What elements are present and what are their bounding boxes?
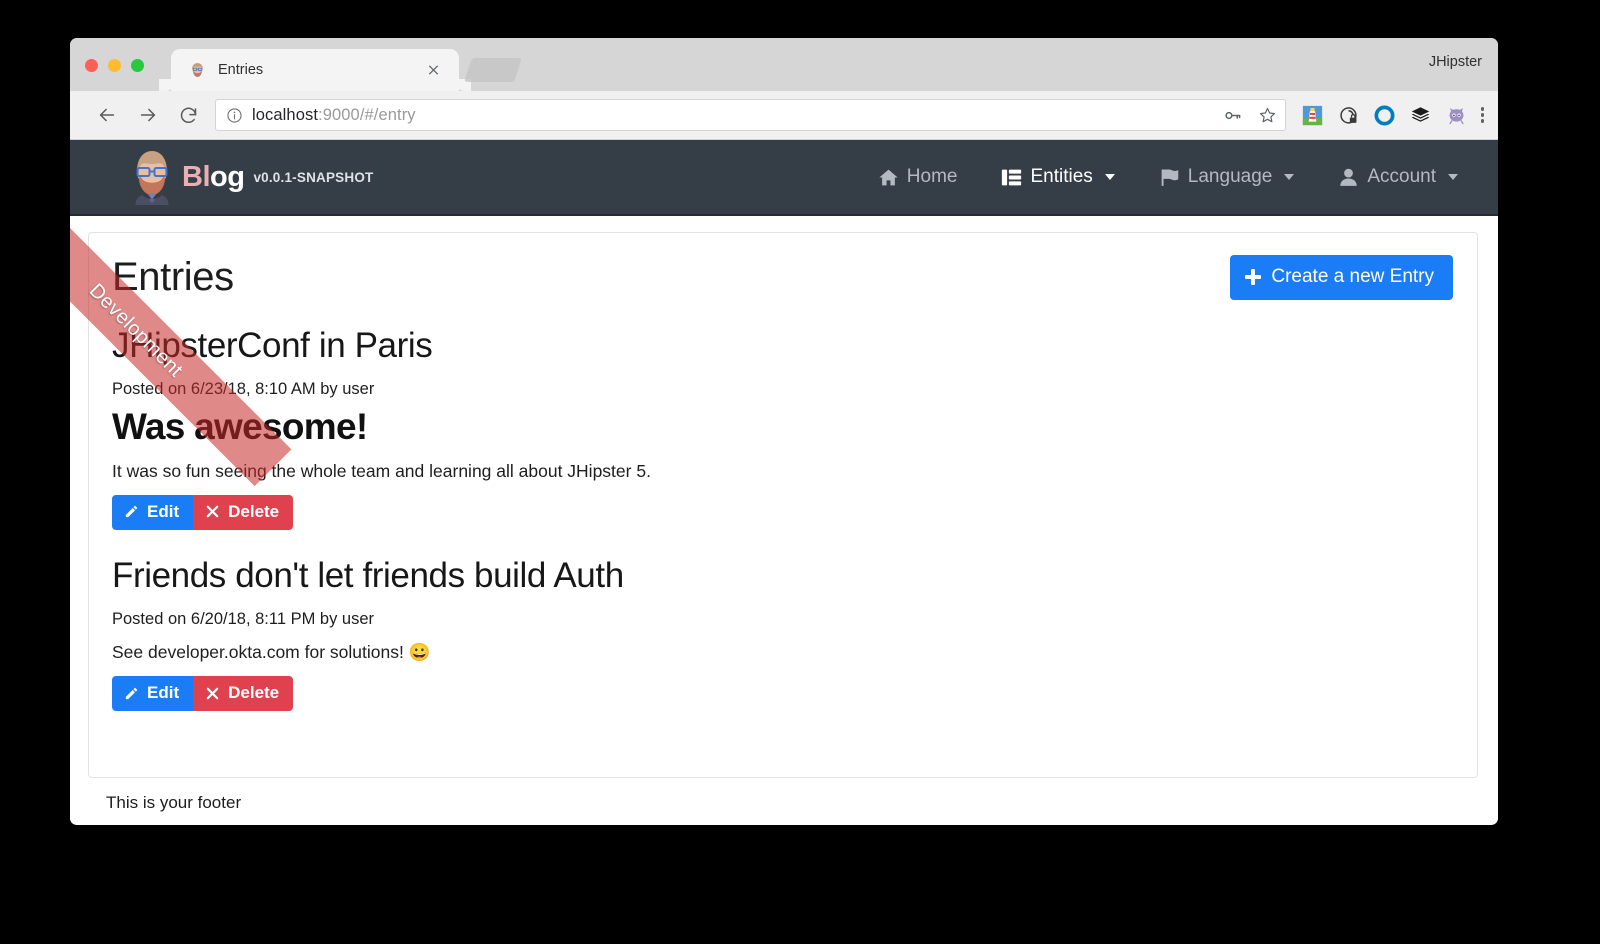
site-info-icon[interactable] [226, 107, 243, 124]
chevron-down-icon [1448, 174, 1458, 180]
page-footer: This is your footer [106, 793, 242, 812]
create-new-entry-button[interactable]: Create a new Entry [1230, 255, 1453, 300]
brand-name-part1: Bl [182, 160, 211, 193]
entries-card: Entries Create a new Entry JHipsterConf … [88, 232, 1478, 778]
entry-title: Friends don't let friends build Auth [112, 555, 624, 595]
home-icon [878, 167, 899, 188]
create-new-entry-label: Create a new Entry [1271, 266, 1434, 287]
browser-tab-entries[interactable]: Entries [159, 49, 471, 91]
brand-version: v0.0.1-SNAPSHOT [253, 169, 374, 185]
entry-meta: Posted on 6/20/18, 8:11 PM by user [112, 610, 375, 629]
bookmark-star-icon[interactable] [1258, 106, 1277, 125]
brand-link[interactable]: Blog v0.0.1-SNAPSHOT [126, 149, 373, 205]
back-arrow-icon[interactable] [90, 99, 123, 132]
jhipster-favicon [189, 62, 206, 79]
close-x-icon [205, 504, 220, 519]
nav-item-language-label: Language [1187, 166, 1273, 187]
chevron-down-icon [1104, 174, 1115, 180]
browser-toolbar: localhost:9000/#/entry [70, 91, 1498, 140]
brand-name: Blog [182, 160, 245, 194]
browser-tab-title: Entries [218, 62, 264, 78]
entry-actions: Edit Delete [112, 494, 1453, 530]
edit-button[interactable]: Edit [112, 676, 194, 712]
octocat-extension-icon[interactable] [1446, 105, 1467, 126]
minimize-window-button[interactable] [108, 59, 121, 72]
edit-button-label: Edit [147, 501, 180, 521]
window-title: JHipster [1428, 54, 1482, 70]
url-path: :9000/#/entry [318, 105, 416, 124]
flag-icon [1159, 167, 1180, 188]
entries-list: JHipsterConf in Paris Posted on 6/23/18,… [112, 326, 1453, 712]
address-bar-url: localhost:9000/#/entry [252, 106, 416, 125]
jhipster-logo-icon [126, 149, 178, 205]
nav-item-account[interactable]: Account [1316, 158, 1480, 196]
delete-button-label: Delete [228, 501, 280, 521]
user-icon [1338, 167, 1359, 188]
entry-actions: Edit Delete [112, 676, 1453, 712]
maximize-window-button[interactable] [131, 59, 144, 72]
forward-arrow-icon[interactable] [131, 99, 164, 132]
nav-item-entities-label: Entities [1030, 166, 1093, 187]
close-window-button[interactable] [85, 59, 98, 72]
nav-item-account-label: Account [1367, 166, 1436, 187]
delete-button[interactable]: Delete [193, 676, 294, 712]
page-viewport: Development Blog v0.0.1-SNAPSHOT Home En… [70, 140, 1498, 824]
close-icon[interactable] [426, 63, 441, 78]
address-bar[interactable]: localhost:9000/#/entry [215, 99, 1286, 131]
entries-card-header: Entries Create a new Entry [112, 255, 1453, 300]
app-navbar: Blog v0.0.1-SNAPSHOT Home Entities Langu… [70, 140, 1498, 216]
nav-item-home-label: Home [906, 166, 958, 187]
close-x-icon [205, 686, 220, 701]
page-body: Entries Create a new Entry JHipsterConf … [70, 216, 1498, 824]
browser-extension-icons [1302, 105, 1467, 126]
entry-body: See developer.okta.com for solutions! 😀 [112, 642, 431, 663]
nav-item-home[interactable]: Home [856, 158, 980, 196]
edit-button[interactable]: Edit [112, 494, 194, 530]
url-host: localhost [252, 105, 319, 124]
plus-icon [1245, 269, 1262, 285]
entry-subtitle: Was awesome! [112, 406, 368, 448]
window-traffic-lights [85, 59, 144, 72]
privacy-badger-extension-icon[interactable] [1338, 105, 1359, 126]
new-tab-button[interactable] [464, 58, 522, 82]
chevron-down-icon [1284, 174, 1295, 180]
delete-button[interactable]: Delete [193, 494, 294, 530]
navbar-menu: Home Entities Language Account [856, 158, 1480, 196]
pencil-icon [124, 504, 139, 519]
entry-item: JHipsterConf in Paris Posted on 6/23/18,… [112, 326, 1453, 530]
brand-name-part2: og [210, 160, 245, 193]
entry-title: JHipsterConf in Paris [112, 326, 433, 365]
entities-list-icon [1001, 167, 1022, 188]
nav-item-entities[interactable]: Entities [979, 158, 1136, 196]
lighthouse-extension-icon[interactable] [1302, 105, 1323, 126]
browser-window: Entries JHipster localhost:9000/#/entry … [70, 38, 1498, 825]
password-key-icon[interactable] [1223, 106, 1242, 125]
reload-arrow-icon[interactable] [172, 99, 205, 132]
pencil-icon [124, 686, 139, 701]
entry-item: Friends don't let friends build Auth Pos… [112, 555, 1453, 712]
okta-extension-icon[interactable] [1374, 105, 1395, 126]
delete-button-label: Delete [228, 683, 280, 703]
nav-item-language[interactable]: Language [1137, 158, 1317, 196]
browser-tab-bar: Entries JHipster [70, 38, 1498, 91]
entry-meta: Posted on 6/23/18, 8:10 AM by user [112, 380, 375, 399]
layers-extension-icon[interactable] [1410, 105, 1431, 126]
entry-body: It was so fun seeing the whole team and … [112, 460, 651, 481]
edit-button-label: Edit [147, 683, 180, 703]
chrome-menu-icon[interactable] [1480, 107, 1484, 123]
page-title: Entries [112, 255, 234, 299]
